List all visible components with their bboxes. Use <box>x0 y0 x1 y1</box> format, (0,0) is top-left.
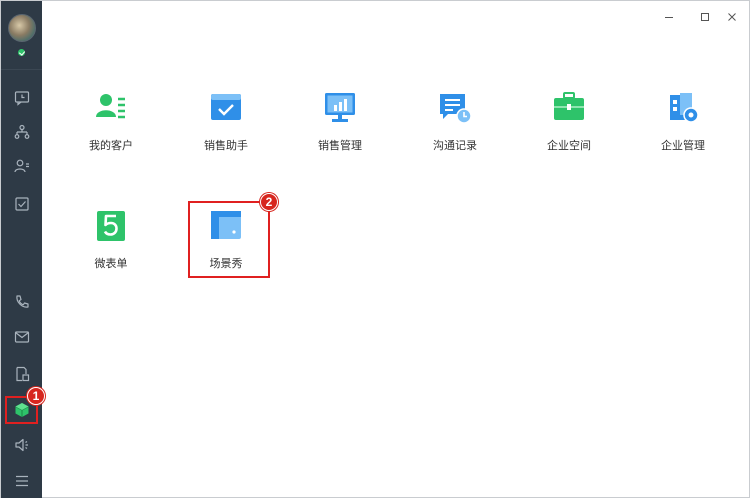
mail-icon <box>14 331 29 343</box>
org-chart-icon <box>14 124 29 139</box>
close-icon <box>728 13 736 21</box>
communication-log-icon <box>440 94 472 124</box>
app-tile-sales-management[interactable]: 销售管理 <box>285 91 395 171</box>
app-tile-label: 我的客户 <box>89 139 133 152</box>
customer-icon <box>96 94 125 119</box>
annotation-highlight-box <box>188 201 270 278</box>
app-tile-label: 企业管理 <box>661 139 705 152</box>
sidebar-item-mail[interactable] <box>1 320 42 354</box>
sidebar-item-phone[interactable] <box>1 285 42 319</box>
sidebar-item-announcements[interactable] <box>1 428 42 462</box>
app-tile-label: 销售助手 <box>204 139 248 152</box>
sidebar-item-menu[interactable] <box>1 464 42 498</box>
app-tile-enterprise-space[interactable]: 企业空间 <box>514 91 624 171</box>
app-tile-communication-log[interactable]: 沟通记录 <box>400 91 510 171</box>
sales-management-icon <box>325 93 355 122</box>
app-tile-my-customers[interactable]: 我的客户 <box>56 91 166 171</box>
app-tile-label: 销售管理 <box>318 139 362 152</box>
apps-cube-icon <box>14 403 29 417</box>
sales-assistant-icon <box>211 94 241 120</box>
sidebar-item-organization[interactable] <box>1 115 42 149</box>
menu-icon <box>15 475 28 487</box>
minimize-icon <box>665 17 673 18</box>
contacts-icon <box>13 159 29 173</box>
app-tile-micro-form[interactable]: 微表单 <box>56 209 166 289</box>
app-tile-label: 微表单 <box>94 257 128 270</box>
sidebar <box>1 1 42 498</box>
close-button[interactable] <box>723 9 741 25</box>
clock-chat-icon <box>14 91 29 106</box>
maximize-button[interactable] <box>696 9 714 25</box>
speaker-icon <box>14 438 28 452</box>
doc-approval-icon <box>15 366 29 382</box>
sidebar-divider <box>1 69 42 70</box>
sidebar-item-messages[interactable] <box>1 81 42 115</box>
online-status-icon <box>17 48 26 57</box>
sidebar-item-approval[interactable] <box>1 357 42 391</box>
enterprise-management-icon <box>670 93 699 123</box>
checkbox-icon <box>14 197 29 211</box>
maximize-icon <box>701 13 709 21</box>
sidebar-item-contacts[interactable] <box>1 149 42 183</box>
app-tile-enterprise-management[interactable]: 企业管理 <box>628 91 738 171</box>
phone-icon <box>15 295 29 308</box>
app-tile-label: 沟通记录 <box>433 139 477 152</box>
step-badge-2: 2 <box>260 193 278 211</box>
minimize-button[interactable] <box>660 9 678 25</box>
app-tile-label: 企业空间 <box>547 139 591 152</box>
sidebar-item-tasks[interactable] <box>1 187 42 221</box>
app-tile-sales-assistant[interactable]: 销售助手 <box>171 91 281 171</box>
avatar[interactable] <box>8 14 36 42</box>
step-badge-1: 1 <box>27 387 45 405</box>
micro-form-icon <box>97 211 125 241</box>
enterprise-space-icon <box>554 92 584 120</box>
app-window: 1 我的客户 销售助手 销售管理 沟通记录 企业空间 企业管理 微表单 场景秀 … <box>0 0 750 498</box>
